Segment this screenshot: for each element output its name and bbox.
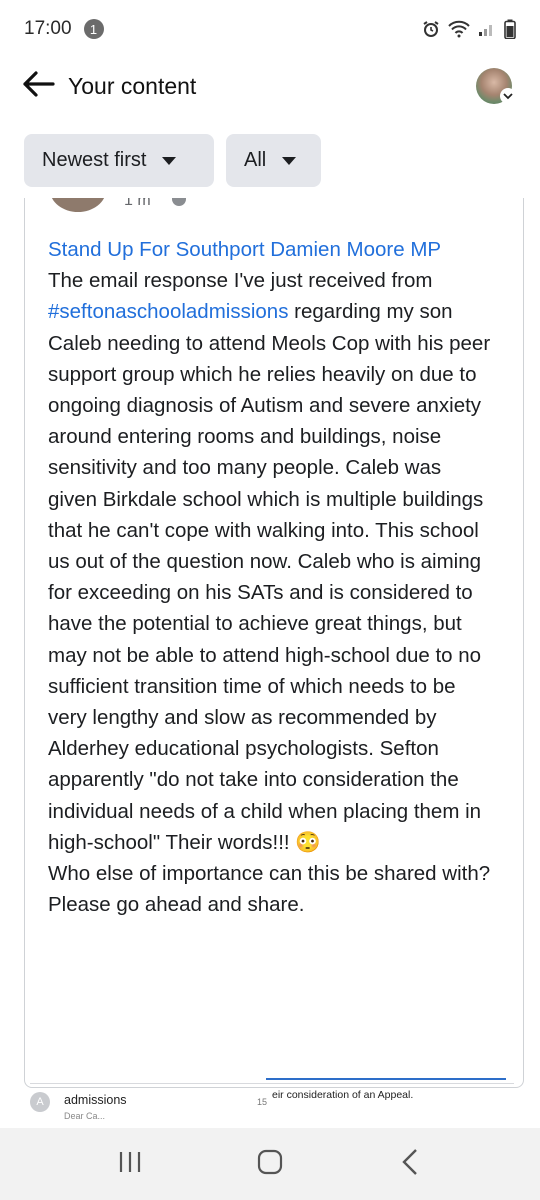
back-button[interactable] [18, 66, 58, 106]
post-tag-line: Stand Up For Southport Damien Moore MP [48, 234, 494, 265]
post-text-segment: Who else of importance can this be share… [48, 862, 491, 917]
status-bar: 17:00 1 [0, 0, 540, 58]
filter-bar: Newest first All [24, 134, 321, 187]
recents-button[interactable] [95, 1134, 165, 1194]
system-nav-bar [0, 1128, 540, 1200]
caret-down-icon [162, 156, 177, 165]
post-body: Stand Up For Southport Damien Moore MP T… [48, 234, 494, 920]
page-title: Your content [68, 72, 197, 99]
wifi-icon [448, 20, 470, 38]
profile-switcher[interactable] [470, 62, 518, 110]
home-button[interactable] [235, 1134, 305, 1194]
attachment-title: admissions [64, 1093, 127, 1107]
attachment-page-number: 15 [257, 1097, 268, 1107]
post-timestamp: 1 m [124, 198, 151, 209]
arrow-left-icon [21, 70, 55, 103]
post-paragraph-main: The email response I've just received fr… [48, 265, 494, 858]
alarm-icon [422, 20, 440, 38]
battery-icon [504, 19, 516, 39]
post-text-segment: regarding my son Caleb needing to attend… [48, 300, 491, 854]
home-icon [257, 1149, 283, 1180]
app-header: Your content [0, 58, 540, 114]
chevron-left-icon [401, 1148, 419, 1181]
type-dropdown[interactable]: All [226, 134, 321, 187]
chevron-down-icon [500, 88, 516, 104]
caret-down-icon [282, 156, 297, 165]
nav-back-button[interactable] [375, 1134, 445, 1194]
type-dropdown-label: All [244, 149, 267, 171]
post-paragraph-closing: Who else of importance can this be share… [48, 858, 494, 920]
attachment-preview[interactable]: A admissions Dear Ca... 15 eir considera… [30, 1078, 514, 1125]
attachment-snippet: eir consideration of an Appeal. [272, 1089, 414, 1101]
status-icons [422, 19, 516, 39]
status-time: 17:00 [24, 18, 72, 39]
attachment-subtitle: Dear Ca... [64, 1111, 106, 1121]
tagged-page-link[interactable]: Stand Up For Southport Damien Moore MP [48, 238, 441, 261]
attachment-divider [266, 1078, 506, 1080]
signal-icon [478, 21, 496, 37]
hashtag-link[interactable]: #seftonaschooladmissions [48, 300, 288, 323]
recents-icon [117, 1150, 143, 1179]
post-card: 1 m Stand Up For Southport Damien Moore … [0, 198, 540, 1126]
attachment-avatar: A [30, 1092, 50, 1112]
notification-badge: 1 [83, 19, 104, 39]
post-text-segment: The email response I've just received fr… [48, 269, 433, 293]
sort-dropdown[interactable]: Newest first [24, 134, 214, 187]
sort-dropdown-label: Newest first [42, 149, 147, 171]
